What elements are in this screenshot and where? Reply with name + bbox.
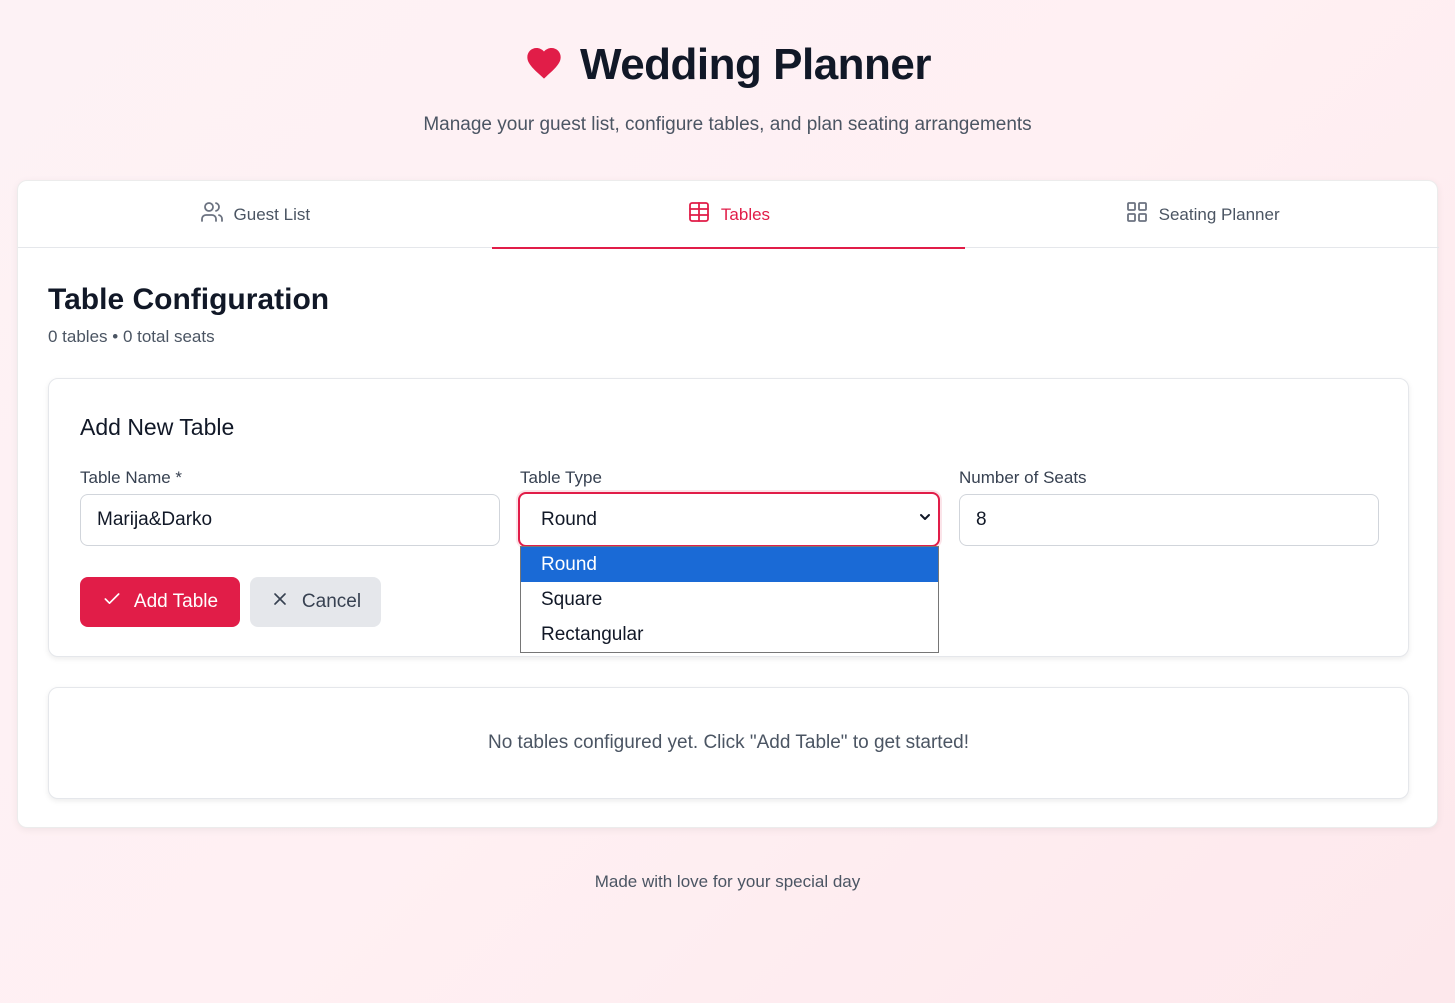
cancel-label: Cancel xyxy=(301,591,362,612)
add-table-form: Add New Table Table Name * Marija&Darko … xyxy=(48,378,1409,657)
table-name-label: Table Name * xyxy=(80,468,183,487)
users-icon xyxy=(200,200,224,229)
table-type-dropdown: Round Square Rectangular xyxy=(520,546,939,653)
section-title: Table Configuration xyxy=(48,283,330,316)
tab-label: Seating Planner xyxy=(1158,204,1280,224)
table-summary: 0 tables • 0 total seats xyxy=(48,327,215,346)
add-table-label: Add Table xyxy=(133,591,219,612)
add-table-button[interactable]: Add Table xyxy=(80,577,240,627)
table-grid-icon xyxy=(687,200,711,229)
dropdown-option-rectangular[interactable]: Rectangular xyxy=(521,617,938,652)
table-name-input[interactable]: Marija&Darko xyxy=(80,494,500,546)
app-subtitle: Manage your guest list, configure tables… xyxy=(423,114,1032,135)
seats-label: Number of Seats xyxy=(959,468,1087,487)
footer-text: Made with love for your special day xyxy=(594,872,861,891)
tab-label: Tables xyxy=(720,204,771,224)
chevron-down-icon xyxy=(917,509,933,531)
form-title: Add New Table xyxy=(80,414,235,440)
tab-tables[interactable]: Tables xyxy=(491,181,966,249)
check-icon xyxy=(102,589,122,615)
tab-guest-list[interactable]: Guest List xyxy=(18,181,492,248)
table-type-value: Round xyxy=(541,508,597,530)
dropdown-option-square[interactable]: Square xyxy=(521,582,938,617)
empty-state-text: No tables configured yet. Click "Add Tab… xyxy=(487,732,969,753)
tab-bar: Guest List Tables Seating Planner xyxy=(18,181,1439,249)
dropdown-option-round[interactable]: Round xyxy=(521,547,938,582)
empty-state: No tables configured yet. Click "Add Tab… xyxy=(48,687,1409,799)
cancel-button[interactable]: Cancel xyxy=(250,577,381,627)
seats-input[interactable]: 8 xyxy=(959,494,1379,546)
tab-label: Guest List xyxy=(233,204,311,224)
close-icon xyxy=(270,589,290,615)
layout-grid-icon xyxy=(1125,200,1149,229)
title-row: Wedding Planner xyxy=(0,40,1455,90)
tab-seating-planner[interactable]: Seating Planner xyxy=(965,181,1439,248)
heart-icon xyxy=(524,43,564,88)
main-card: Guest List Tables Seating Planner Table … xyxy=(17,180,1439,828)
table-type-select[interactable]: Round xyxy=(518,492,940,547)
table-type-label: Table Type xyxy=(520,468,602,487)
app-title: Wedding Planner xyxy=(579,40,932,89)
